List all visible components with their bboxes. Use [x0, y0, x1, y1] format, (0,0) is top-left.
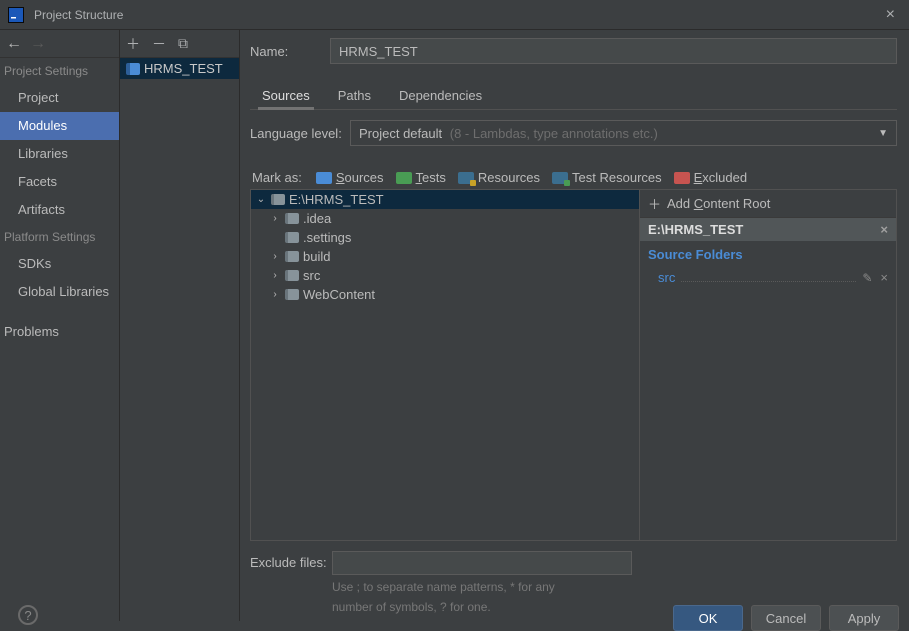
folder-icon — [285, 289, 299, 300]
tree-item-build[interactable]: › build — [251, 247, 639, 266]
module-name-input[interactable] — [330, 38, 897, 64]
title-bar: Project Structure × — [0, 0, 909, 30]
module-icon — [126, 63, 140, 75]
content-root-label: E:\HRMS_TEST — [648, 222, 743, 237]
exclude-files-label: Exclude files: — [250, 551, 332, 570]
nav-forward-icon[interactable]: → — [30, 35, 46, 53]
module-entry-label: HRMS_TEST — [144, 61, 223, 76]
tab-dependencies[interactable]: Dependencies — [395, 82, 486, 109]
language-level-select[interactable]: Project default (8 - Lambdas, type annot… — [350, 120, 897, 146]
folder-icon — [285, 232, 299, 243]
add-content-root-button[interactable]: ＋ Add Content RootAdd Content Root — [640, 190, 896, 218]
edit-icon[interactable]: ✎ — [862, 271, 872, 285]
apply-button[interactable]: Apply — [829, 605, 899, 631]
content-roots-panel: ＋ Add Content RootAdd Content Root E:\HR… — [640, 189, 897, 541]
sidebar-item-project[interactable]: Project — [0, 84, 119, 112]
cancel-button[interactable]: Cancel — [751, 605, 821, 631]
mark-tests[interactable]: TTestsests — [396, 170, 446, 185]
sidebar-item-sdks[interactable]: SDKs — [0, 250, 119, 278]
plus-icon: ＋ — [648, 194, 661, 213]
tree-item-idea[interactable]: › .idea — [251, 209, 639, 228]
mark-as-label: Mark as: — [252, 170, 302, 185]
remove-module-icon[interactable]: － — [152, 34, 166, 54]
nav-back-icon[interactable]: ← — [6, 35, 22, 53]
chevron-down-icon[interactable]: ⌄ — [255, 194, 267, 205]
mark-resources[interactable]: Resources — [458, 170, 540, 185]
exclude-files-input[interactable] — [332, 551, 632, 575]
source-folder-item[interactable]: src ✎ × — [640, 268, 896, 287]
sidebar-item-global-libraries[interactable]: Global Libraries — [0, 278, 119, 306]
close-icon[interactable]: × — [880, 6, 901, 24]
module-editor: Name: Sources Paths Dependencies Languag… — [240, 30, 909, 621]
settings-sidebar: ← → Project Settings Project Modules Lib… — [0, 30, 120, 621]
tab-sources[interactable]: Sources — [258, 82, 314, 109]
copy-module-icon[interactable]: ⧉ — [178, 35, 188, 52]
folder-icon — [271, 194, 285, 205]
exclude-hint-2: number of symbols, ? for one. — [332, 599, 632, 615]
chevron-right-icon[interactable]: › — [269, 213, 281, 224]
exclude-hint-1: Use ; to separate name patterns, * for a… — [332, 579, 632, 595]
mark-as-row: Mark as: SSourcesources TTestsests Resou… — [250, 170, 897, 185]
tree-item-src[interactable]: › src — [251, 266, 639, 285]
mark-test-resources[interactable]: Test Resources — [552, 170, 662, 185]
sidebar-item-facets[interactable]: Facets — [0, 168, 119, 196]
sidebar-item-modules[interactable]: Modules — [0, 112, 119, 140]
chevron-right-icon[interactable]: › — [269, 270, 281, 281]
source-folders-heading: Source Folders — [640, 241, 896, 268]
section-project-settings: Project Settings — [0, 58, 119, 84]
dialog-buttons: OK Cancel Apply — [673, 605, 899, 631]
sources-folder-icon — [316, 172, 332, 184]
folder-icon — [285, 213, 299, 224]
module-toolbar: ＋ － ⧉ — [120, 30, 239, 58]
content-root-tree[interactable]: ⌄ E:\HRMS_TEST › .idea › .settings › — [250, 189, 640, 541]
nav-arrows: ← → — [0, 30, 119, 58]
language-level-hint: (8 - Lambdas, type annotations etc.) — [450, 126, 658, 141]
module-list-column: ＋ － ⧉ HRMS_TEST — [120, 30, 240, 621]
ok-button[interactable]: OK — [673, 605, 743, 631]
tree-item-settings[interactable]: › .settings — [251, 228, 639, 247]
tree-root[interactable]: ⌄ E:\HRMS_TEST — [251, 190, 639, 209]
chevron-right-icon[interactable]: › — [269, 251, 281, 262]
language-level-label: Language level: — [250, 126, 350, 141]
folder-icon — [285, 270, 299, 281]
app-icon — [8, 7, 24, 23]
sidebar-item-artifacts[interactable]: Artifacts — [0, 196, 119, 224]
test-resources-folder-icon — [552, 172, 568, 184]
add-module-icon[interactable]: ＋ — [126, 34, 140, 54]
tests-folder-icon — [396, 172, 412, 184]
window-title: Project Structure — [34, 8, 880, 22]
tab-paths[interactable]: Paths — [334, 82, 375, 109]
remove-content-root-icon[interactable]: × — [880, 222, 888, 237]
source-folder-label: src — [658, 270, 675, 285]
content-root-item[interactable]: E:\HRMS_TEST × — [640, 218, 896, 241]
help-icon[interactable]: ? — [18, 605, 38, 625]
mark-excluded[interactable]: EExcludedxcluded — [674, 170, 747, 185]
tree-item-webcontent[interactable]: › WebContent — [251, 285, 639, 304]
module-entry-hrms-test[interactable]: HRMS_TEST — [120, 58, 239, 79]
sidebar-item-problems[interactable]: Problems — [0, 318, 119, 346]
resources-folder-icon — [458, 172, 474, 184]
folder-icon — [285, 251, 299, 262]
section-platform-settings: Platform Settings — [0, 224, 119, 250]
mark-sources[interactable]: SSourcesources — [316, 170, 384, 185]
language-level-value: Project default — [359, 126, 442, 141]
module-tabs: Sources Paths Dependencies — [250, 82, 897, 110]
tree-root-label: E:\HRMS_TEST — [289, 192, 384, 207]
chevron-right-icon[interactable]: › — [269, 289, 281, 300]
name-label: Name: — [250, 44, 330, 59]
sidebar-item-libraries[interactable]: Libraries — [0, 140, 119, 168]
excluded-folder-icon — [674, 172, 690, 184]
chevron-down-icon: ▼ — [878, 128, 888, 139]
remove-icon[interactable]: × — [880, 270, 888, 285]
